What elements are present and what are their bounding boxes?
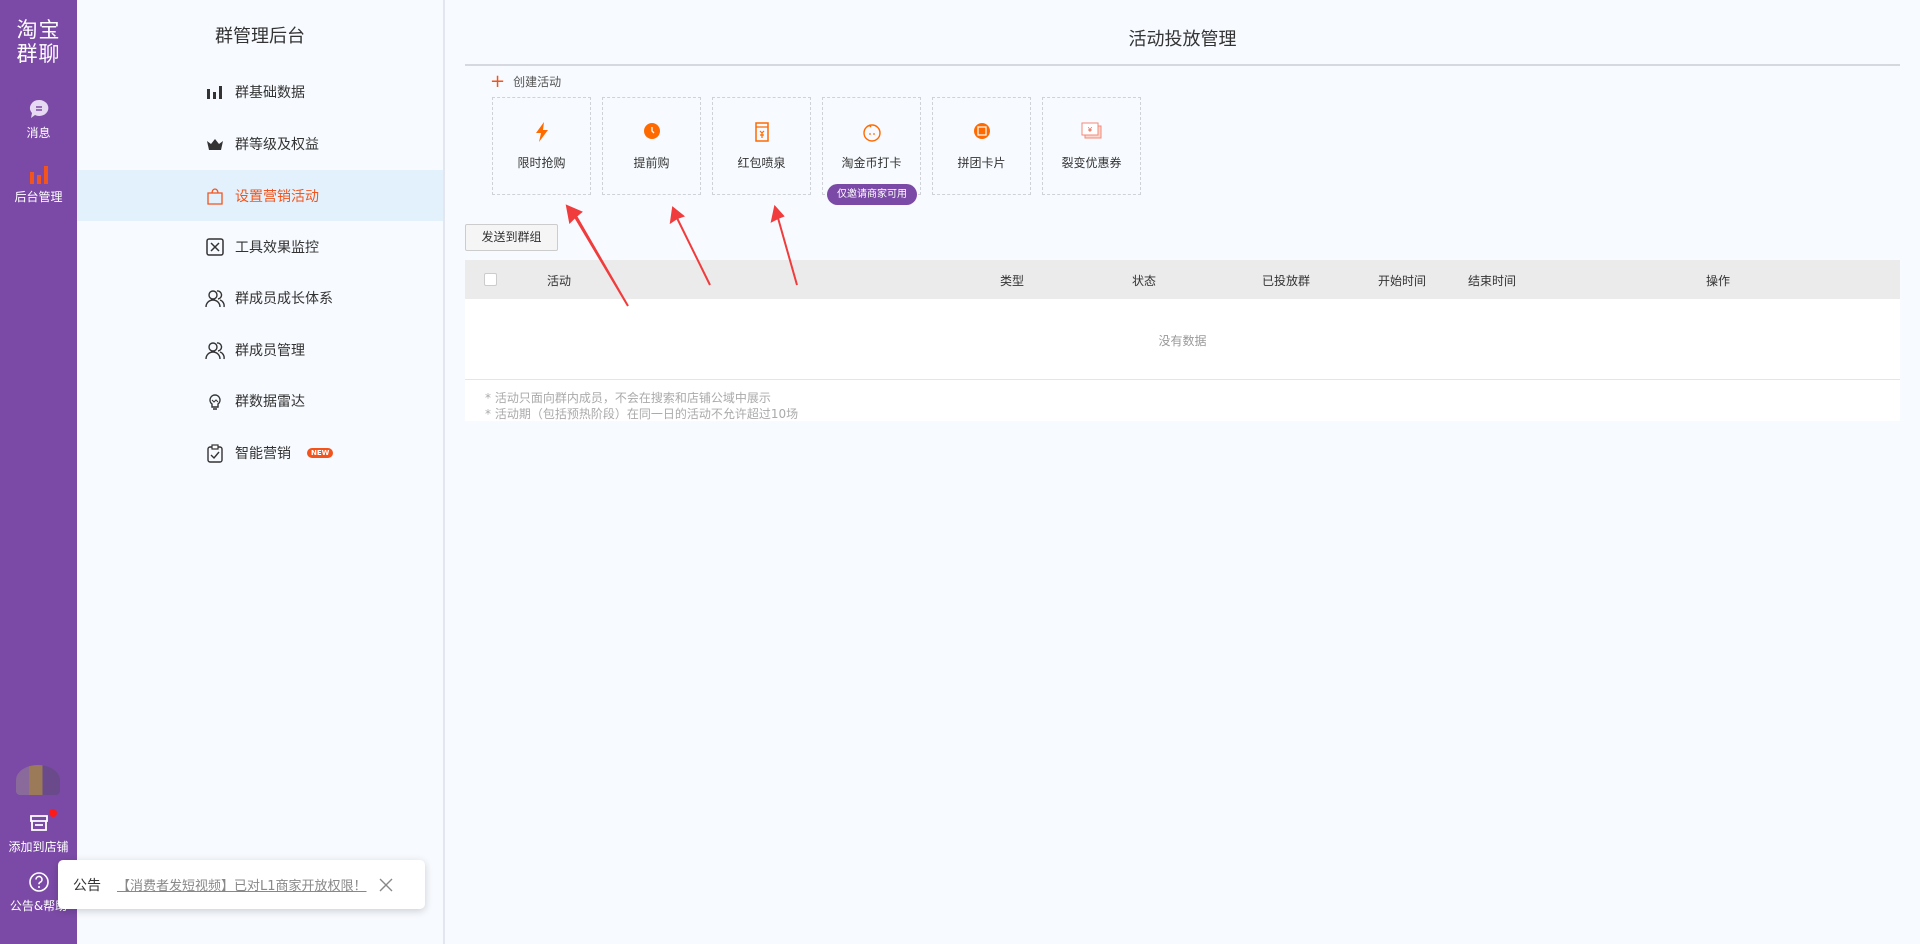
notice-link[interactable]: 【消费者发短视频】已对L1商家开放权限！ <box>117 875 367 894</box>
plus-icon: + <box>490 70 506 92</box>
divider <box>465 64 1900 66</box>
menu-label: 群成员成长体系 <box>235 290 333 307</box>
menu-item-tool-monitor[interactable]: 工具效果监控 <box>77 221 443 272</box>
rail-label: 后台管理 <box>14 190 63 204</box>
card-label: 红包喷泉 <box>737 156 786 170</box>
notice-label: 公告 <box>73 877 101 894</box>
card-label: 拼团卡片 <box>957 156 1006 170</box>
menu-label: 群成员管理 <box>235 342 305 359</box>
col-end-time: 结束时间 <box>1468 274 1517 288</box>
card-label: 限时抢购 <box>517 156 566 170</box>
logo: 淘宝 群聊 <box>0 18 77 66</box>
bar-chart-icon <box>29 166 48 184</box>
app-rail: 淘宝 群聊 消息 后台管理 添加到店铺 公告&帮助 <box>0 0 77 944</box>
col-type: 类型 <box>1000 274 1025 288</box>
menu-item-levels[interactable]: 群等级及权益 <box>77 118 443 169</box>
avatar[interactable] <box>16 765 60 795</box>
menu-label: 智能营销 <box>235 445 291 462</box>
note: * 活动只面向群内成员，不会在搜索和店铺公域中展示 <box>485 391 771 405</box>
monitor-icon <box>206 237 224 256</box>
menu-item-smart-marketing[interactable]: 智能营销 NEW <box>77 427 443 478</box>
rail-label: 添加到店铺 <box>8 840 69 854</box>
svg-text:¥: ¥ <box>1087 126 1092 134</box>
page-title: 活动投放管理 <box>1128 29 1237 50</box>
col-actions: 操作 <box>1706 274 1731 288</box>
card-flash-sale[interactable]: 限时抢购 <box>492 97 591 195</box>
menu-label: 群数据雷达 <box>235 393 305 410</box>
col-groups: 已投放群 <box>1262 274 1311 288</box>
red-packet-icon <box>754 122 769 142</box>
panel-title: 群管理后台 <box>215 26 305 47</box>
card-presale[interactable]: 提前购 <box>602 97 701 195</box>
col-status: 状态 <box>1132 274 1157 288</box>
rail-item-messages[interactable]: 消息 <box>0 98 77 141</box>
divider <box>465 379 1900 380</box>
chat-icon <box>29 99 48 118</box>
note: * 活动期（包括预热阶段）在同一日的活动不允许超过10场 <box>485 407 799 421</box>
lightbulb-icon <box>209 393 221 410</box>
menu-item-marketing[interactable]: 设置营销活动 <box>77 170 443 221</box>
lightning-icon <box>535 122 548 142</box>
bar-chart-icon <box>207 85 222 99</box>
clock-icon <box>643 123 660 139</box>
new-badge: NEW <box>307 447 334 458</box>
coin-face-icon <box>862 124 881 142</box>
rail-label: 消息 <box>26 126 51 140</box>
send-to-group-button[interactable]: 发送到群组 <box>465 224 558 251</box>
col-start-time: 开始时间 <box>1378 274 1427 288</box>
create-label: 创建活动 <box>513 75 562 89</box>
rail-item-add-to-store[interactable]: 添加到店铺 <box>0 809 77 855</box>
card-label: 提前购 <box>633 156 670 170</box>
menu-label: 群基础数据 <box>235 84 305 101</box>
logo-line: 群聊 <box>16 42 61 66</box>
card-red-packet[interactable]: 红包喷泉 <box>712 97 811 195</box>
clipboard-check-icon <box>207 443 223 463</box>
close-icon[interactable] <box>379 878 393 892</box>
empty-state: 没有数据 <box>1158 334 1207 348</box>
shopping-bag-icon <box>207 187 223 205</box>
col-activity: 活动 <box>547 274 572 288</box>
notification-dot <box>49 809 57 817</box>
users-icon <box>205 341 225 359</box>
card-label: 裂变优惠券 <box>1061 156 1122 170</box>
menu-label: 群等级及权益 <box>235 136 319 153</box>
menu-item-radar[interactable]: 群数据雷达 <box>77 375 443 426</box>
card-label: 淘金币打卡 <box>841 156 902 170</box>
logo-line: 淘宝 <box>16 18 61 42</box>
menu-label: 设置营销活动 <box>235 188 319 205</box>
menu-label: 工具效果监控 <box>235 239 319 256</box>
notice-popup: 公告 【消费者发短视频】已对L1商家开放权限！ <box>58 860 425 909</box>
admin-sidebar: 群管理后台 群基础数据 群等级及权益 设置营销活动 工具效果监控 群成员成长体系… <box>77 0 445 944</box>
group-buy-icon <box>973 123 990 139</box>
coupon-icon: ¥ <box>1081 122 1101 139</box>
help-icon <box>28 872 49 892</box>
menu-item-growth[interactable]: 群成员成长体系 <box>77 272 443 323</box>
store-icon <box>29 815 48 831</box>
card-fission-coupon[interactable]: ¥ 裂变优惠券 <box>1042 97 1141 195</box>
crown-icon <box>207 138 223 150</box>
create-activity: + 创建活动 <box>490 70 562 92</box>
table-header: 活动 类型 状态 已投放群 开始时间 结束时间 操作 <box>465 260 1900 299</box>
card-coin-checkin[interactable]: 淘金币打卡 <box>822 97 921 195</box>
menu-item-basic-data[interactable]: 群基础数据 <box>77 66 443 117</box>
menu-item-members[interactable]: 群成员管理 <box>77 324 443 375</box>
rail-item-admin[interactable]: 后台管理 <box>0 164 77 205</box>
select-all-checkbox[interactable] <box>484 273 497 286</box>
users-icon <box>205 289 225 307</box>
invite-only-badge: 仅邀请商家可用 <box>827 184 917 205</box>
activity-table: 活动 类型 状态 已投放群 开始时间 结束时间 操作 没有数据 * 活动只面向群… <box>465 260 1900 421</box>
card-group-buy[interactable]: 拼团卡片 <box>932 97 1031 195</box>
